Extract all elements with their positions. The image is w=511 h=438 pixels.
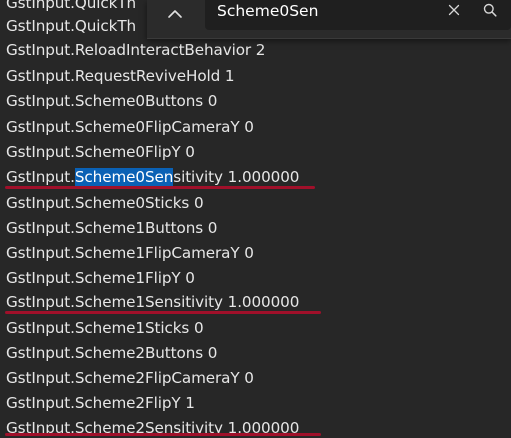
clear-search-button[interactable] bbox=[440, 0, 468, 24]
text-line[interactable]: GstInput.Scheme2FlipY 1 bbox=[6, 391, 195, 415]
text-line[interactable]: GstInput.QuickTh bbox=[6, 0, 136, 15]
text-line[interactable]: GstInput.Scheme0Sticks 0 bbox=[6, 191, 204, 215]
text-editor[interactable]: GstInput.QuickTh GstInput.QuickTh GstInp… bbox=[0, 0, 511, 438]
text-line[interactable]: GstInput.Scheme0FlipCameraY 0 bbox=[6, 115, 254, 139]
error-squiggle bbox=[5, 186, 315, 189]
text-line[interactable]: GstInput.Scheme0Buttons 0 bbox=[6, 89, 217, 113]
text-line[interactable]: GstInput.Scheme1Buttons 0 bbox=[6, 216, 217, 240]
text-line[interactable]: GstInput.Scheme2Buttons 0 bbox=[6, 341, 217, 365]
text-line[interactable]: GstInput.Scheme1Sticks 0 bbox=[6, 316, 204, 340]
text-line[interactable]: GstInput.Scheme1FlipY 0 bbox=[6, 266, 195, 290]
text-line[interactable]: GstInput.ReloadInteractBehavior 2 bbox=[6, 38, 265, 62]
chevron-up-icon bbox=[168, 10, 182, 18]
close-icon bbox=[448, 4, 460, 16]
text-line[interactable]: GstInput.Scheme1FlipCameraY 0 bbox=[6, 241, 254, 265]
error-squiggle bbox=[5, 433, 321, 436]
search-button[interactable] bbox=[476, 0, 504, 24]
find-input-container bbox=[205, 0, 511, 30]
text-line[interactable]: GstInput.Scheme2FlipCameraY 0 bbox=[6, 366, 254, 390]
find-widget bbox=[147, 0, 511, 39]
line-suffix: sitivity 1.000000 bbox=[173, 168, 300, 186]
error-squiggle bbox=[5, 311, 321, 314]
text-line[interactable]: GstInput.Scheme0FlipY 0 bbox=[6, 140, 195, 164]
line-prefix: GstInput. bbox=[6, 168, 75, 186]
text-line[interactable]: GstInput.QuickTh bbox=[6, 14, 136, 38]
find-input[interactable] bbox=[217, 0, 427, 23]
search-icon bbox=[483, 3, 497, 17]
find-match-highlight: Scheme0Sen bbox=[74, 168, 174, 186]
text-line[interactable]: GstInput.RequestReviveHold 1 bbox=[6, 64, 235, 88]
toggle-replace-button[interactable] bbox=[157, 0, 193, 28]
